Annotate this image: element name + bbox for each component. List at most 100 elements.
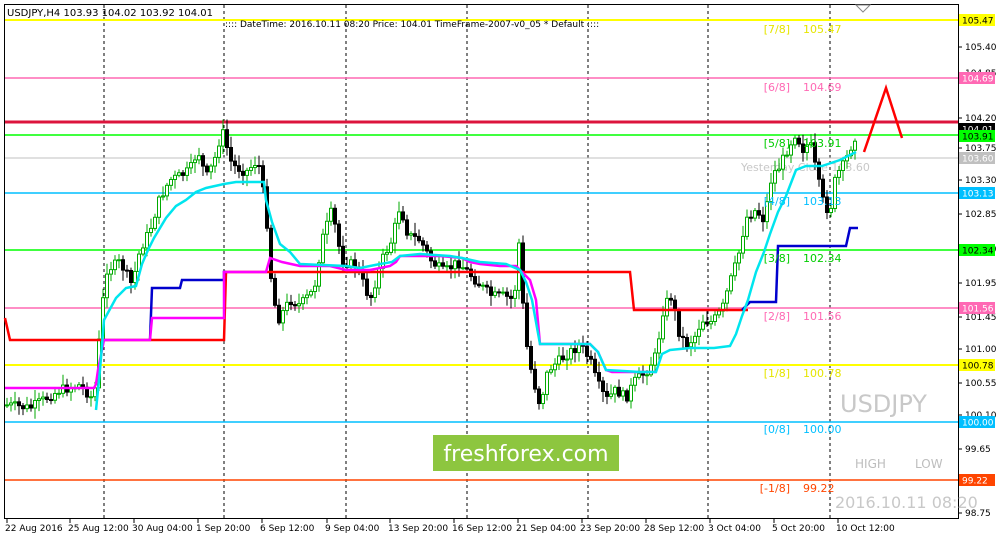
time-tick-label: 1 Sep 20:00	[196, 524, 251, 534]
price-axis: 105.40104.85104.20103.75103.30102.85102.…	[958, 14, 997, 519]
symbol-watermark: USDJPY	[840, 390, 927, 418]
candle	[389, 237, 393, 256]
candle	[125, 264, 129, 278]
candle	[57, 388, 61, 399]
candle	[281, 306, 285, 331]
shift-marker-icon[interactable]	[854, 4, 872, 13]
candle	[553, 358, 557, 377]
candle	[701, 314, 705, 332]
candle	[349, 255, 353, 271]
candle	[405, 214, 409, 240]
candle	[213, 152, 217, 173]
candle	[337, 219, 341, 254]
candle	[449, 255, 453, 279]
candle	[453, 258, 457, 279]
candle	[53, 388, 57, 404]
red-channel-line	[3, 270, 748, 342]
price-marker: 99.22	[959, 474, 995, 487]
candle	[181, 169, 185, 182]
candle	[177, 169, 181, 178]
candle	[245, 167, 249, 187]
candle	[629, 378, 633, 409]
candle	[113, 255, 117, 275]
price-marker-label: 100.00	[962, 419, 994, 429]
price-tick-label: 102.85	[965, 210, 997, 220]
candle	[397, 201, 401, 230]
price-marker-label: 103.91	[962, 133, 994, 143]
candle	[485, 280, 489, 294]
price-marker: 103.13	[959, 187, 995, 200]
candle	[141, 243, 145, 257]
candle	[173, 170, 177, 189]
price-marker-label: 100.78	[962, 362, 994, 372]
chart-window[interactable]: USDJPY freshforex.com HIGH LOW 2016.10.1…	[0, 0, 1001, 541]
murrey-level-value: 102.34	[803, 252, 842, 265]
time-tick-label: 5 Oct 20:00	[772, 524, 825, 534]
high-label: HIGH	[855, 457, 886, 471]
murrey-level-value: 100.00	[803, 423, 842, 436]
price-marker-label: 105.47	[962, 17, 994, 27]
candle	[661, 305, 665, 343]
candle	[437, 256, 441, 273]
price-marker-label: 104.69	[962, 75, 994, 85]
price-tick-label: 100.55	[965, 379, 997, 389]
candle	[749, 210, 753, 223]
price-chart[interactable]: USDJPY freshforex.com HIGH LOW 2016.10.1…	[0, 0, 1001, 541]
candle	[225, 119, 229, 156]
candle	[253, 156, 257, 175]
time-tick-label: 30 Aug 04:00	[132, 524, 193, 534]
candle	[745, 209, 749, 240]
time-tick-label: 10 Oct 12:00	[836, 524, 895, 534]
candle	[785, 150, 789, 158]
price-marker: 100.00	[959, 416, 995, 429]
candle	[713, 309, 717, 326]
candle	[221, 119, 225, 155]
candle	[105, 263, 109, 308]
time-axis: 22 Aug 2016 25 Aug 12:00 30 Aug 04:00 1 Sep…	[5, 519, 895, 534]
candle	[13, 391, 17, 411]
candle	[621, 387, 625, 401]
candle	[445, 260, 449, 273]
candle	[61, 374, 65, 398]
candle	[81, 376, 85, 396]
murrey-level-value: 103.91	[803, 137, 842, 150]
candle	[501, 287, 505, 296]
candle	[129, 267, 133, 294]
candle	[709, 315, 713, 330]
candle	[369, 292, 373, 306]
forecast-arrow	[862, 84, 904, 153]
candle	[601, 376, 605, 403]
time-tick-label: 23 Sep 20:00	[580, 524, 640, 534]
candle	[417, 229, 421, 244]
time-tick-label: 28 Sep 12:00	[644, 524, 704, 534]
candle	[513, 285, 517, 308]
candlesticks	[5, 119, 857, 419]
candle	[353, 252, 357, 278]
candle	[165, 182, 169, 201]
time-tick-label: 9 Sep 04:00	[325, 524, 380, 534]
candle	[761, 206, 765, 232]
candle	[721, 298, 725, 318]
murrey-level-tag: [6/8]	[764, 81, 790, 94]
time-tick-label: 6 Sep 12:00	[260, 524, 315, 534]
candle	[197, 147, 201, 165]
candle	[569, 343, 573, 365]
candle	[169, 176, 173, 191]
candle	[561, 347, 565, 363]
candle	[45, 392, 49, 404]
candle	[277, 298, 281, 326]
candle	[541, 391, 545, 410]
candle	[633, 373, 637, 392]
candle	[401, 205, 405, 223]
price-marker: 100.78	[959, 359, 995, 372]
candle	[37, 392, 41, 412]
candle	[217, 139, 221, 164]
candle	[729, 273, 733, 295]
murrey-level-tag: [-1/8]	[760, 482, 790, 495]
murrey-level-value: 105.47	[803, 23, 842, 36]
candle	[17, 397, 21, 415]
candle	[757, 202, 761, 219]
time-tick-label: 22 Aug 2016	[5, 524, 63, 534]
candle	[545, 370, 549, 401]
price-tick-label: 101.95	[965, 279, 997, 289]
